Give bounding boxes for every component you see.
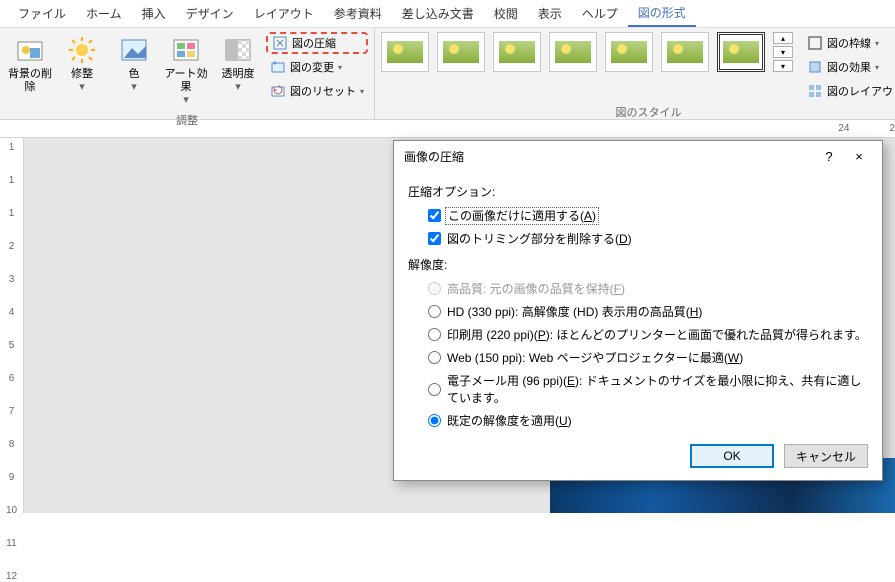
picture-styles-gallery[interactable]: ▴ ▾ ▾ [381,32,793,72]
compression-options-label: 圧縮オプション: [408,183,868,200]
tab-insert[interactable]: 挿入 [132,1,176,26]
dialog-help-button[interactable]: ? [814,143,844,169]
tab-home[interactable]: ホーム [76,1,132,26]
tab-view[interactable]: 表示 [528,1,572,26]
style-thumb[interactable] [381,32,429,72]
style-thumb[interactable] [493,32,541,72]
res-highfidelity-radio [428,282,441,295]
apply-only-checkbox[interactable] [428,209,441,222]
color-button[interactable]: 色▾ [110,32,158,96]
tab-file[interactable]: ファイル [8,1,76,26]
res-print-radio[interactable] [428,328,441,341]
delete-cropped-checkbox[interactable] [428,232,441,245]
dialog-title: 画像の圧縮 [404,148,814,165]
compress-icon [272,35,288,51]
res-default-radio[interactable] [428,414,441,427]
res-web-radio[interactable] [428,351,441,364]
picture-border-button[interactable]: 図の枠線 ▾ [803,32,895,54]
border-icon [807,35,823,51]
picture-effects-button[interactable]: 図の効果 ▾ [803,56,895,78]
group-label-adjust: 調整 [6,110,368,130]
ok-button[interactable]: OK [690,444,774,468]
res-hd-radio[interactable] [428,305,441,318]
tab-references[interactable]: 参考資料 [324,1,392,26]
tab-help[interactable]: ヘルプ [572,1,628,26]
res-print-label[interactable]: 印刷用 (220 ppi)(P): ほとんどのプリンターと画面で優れた品質が得ら… [447,326,867,343]
tab-picture-format[interactable]: 図の形式 [628,0,696,27]
compress-pictures-dialog: 画像の圧縮 ? × 圧縮オプション: この画像だけに適用する(A) 図のトリミン… [393,140,883,481]
transparency-button[interactable]: 透明度▾ [214,32,262,96]
transparency-icon [222,34,254,66]
style-thumb[interactable] [661,32,709,72]
picture-icon [118,34,150,66]
reset-icon [270,83,286,99]
resolution-label: 解像度: [408,256,868,273]
layout-icon [807,83,823,99]
tab-design[interactable]: デザイン [176,1,244,26]
gallery-more-button[interactable]: ▾ [773,60,793,72]
artistic-effects-button[interactable]: アート効果▾ [162,32,210,110]
ruler-vertical: 1 1 1 2 3 4 5 6 7 8 9 10 11 12 [0,138,24,513]
picture-layout-button[interactable]: 図のレイアウト ▾ [803,80,895,102]
artistic-icon [170,34,202,66]
style-thumb-selected[interactable] [717,32,765,72]
style-thumb[interactable] [549,32,597,72]
corrections-button[interactable]: 修整▾ [58,32,106,96]
change-picture-icon [270,59,286,75]
cancel-button[interactable]: キャンセル [784,444,868,468]
res-hd-label[interactable]: HD (330 ppi): 高解像度 (HD) 表示用の高品質(H) [447,303,702,320]
res-default-label[interactable]: 既定の解像度を適用(U) [447,412,572,429]
change-picture-button[interactable]: 図の変更 ▾ [266,56,368,78]
res-email-label[interactable]: 電子メール用 (96 ppi)(E): ドキュメントのサイズを最小限に抑え、共有… [447,372,868,406]
effects-icon [807,59,823,75]
dialog-close-button[interactable]: × [844,143,874,169]
sun-icon [66,34,98,66]
apply-only-label[interactable]: この画像だけに適用する(A) [447,207,597,224]
res-highfidelity-label: 高品質: 元の画像の品質を保持(F) [447,280,625,297]
delete-cropped-label[interactable]: 図のトリミング部分を削除する(D) [447,230,632,247]
compress-pictures-button[interactable]: 図の圧縮 [266,32,368,54]
gallery-up-button[interactable]: ▴ [773,32,793,44]
style-thumb[interactable] [605,32,653,72]
tab-review[interactable]: 校閲 [484,1,528,26]
group-label-styles: 図のスタイル [381,102,895,122]
tab-layout[interactable]: レイアウト [244,1,324,26]
tab-mailings[interactable]: 差し込み文書 [392,1,484,26]
remove-bg-icon [14,34,46,66]
res-web-label[interactable]: Web (150 ppi): Web ページやプロジェクターに最適(W) [447,349,743,366]
ribbon: 背景の削除 修整▾ 色▾ アート効果▾ 透明度▾ 図の圧縮 [0,28,895,120]
ribbon-tabs: ファイル ホーム 挿入 デザイン レイアウト 参考資料 差し込み文書 校閲 表示… [0,0,895,28]
gallery-down-button[interactable]: ▾ [773,46,793,58]
remove-background-button[interactable]: 背景の削除 [6,32,54,96]
style-thumb[interactable] [437,32,485,72]
reset-picture-button[interactable]: 図のリセット ▾ [266,80,368,102]
res-email-radio[interactable] [428,383,441,396]
